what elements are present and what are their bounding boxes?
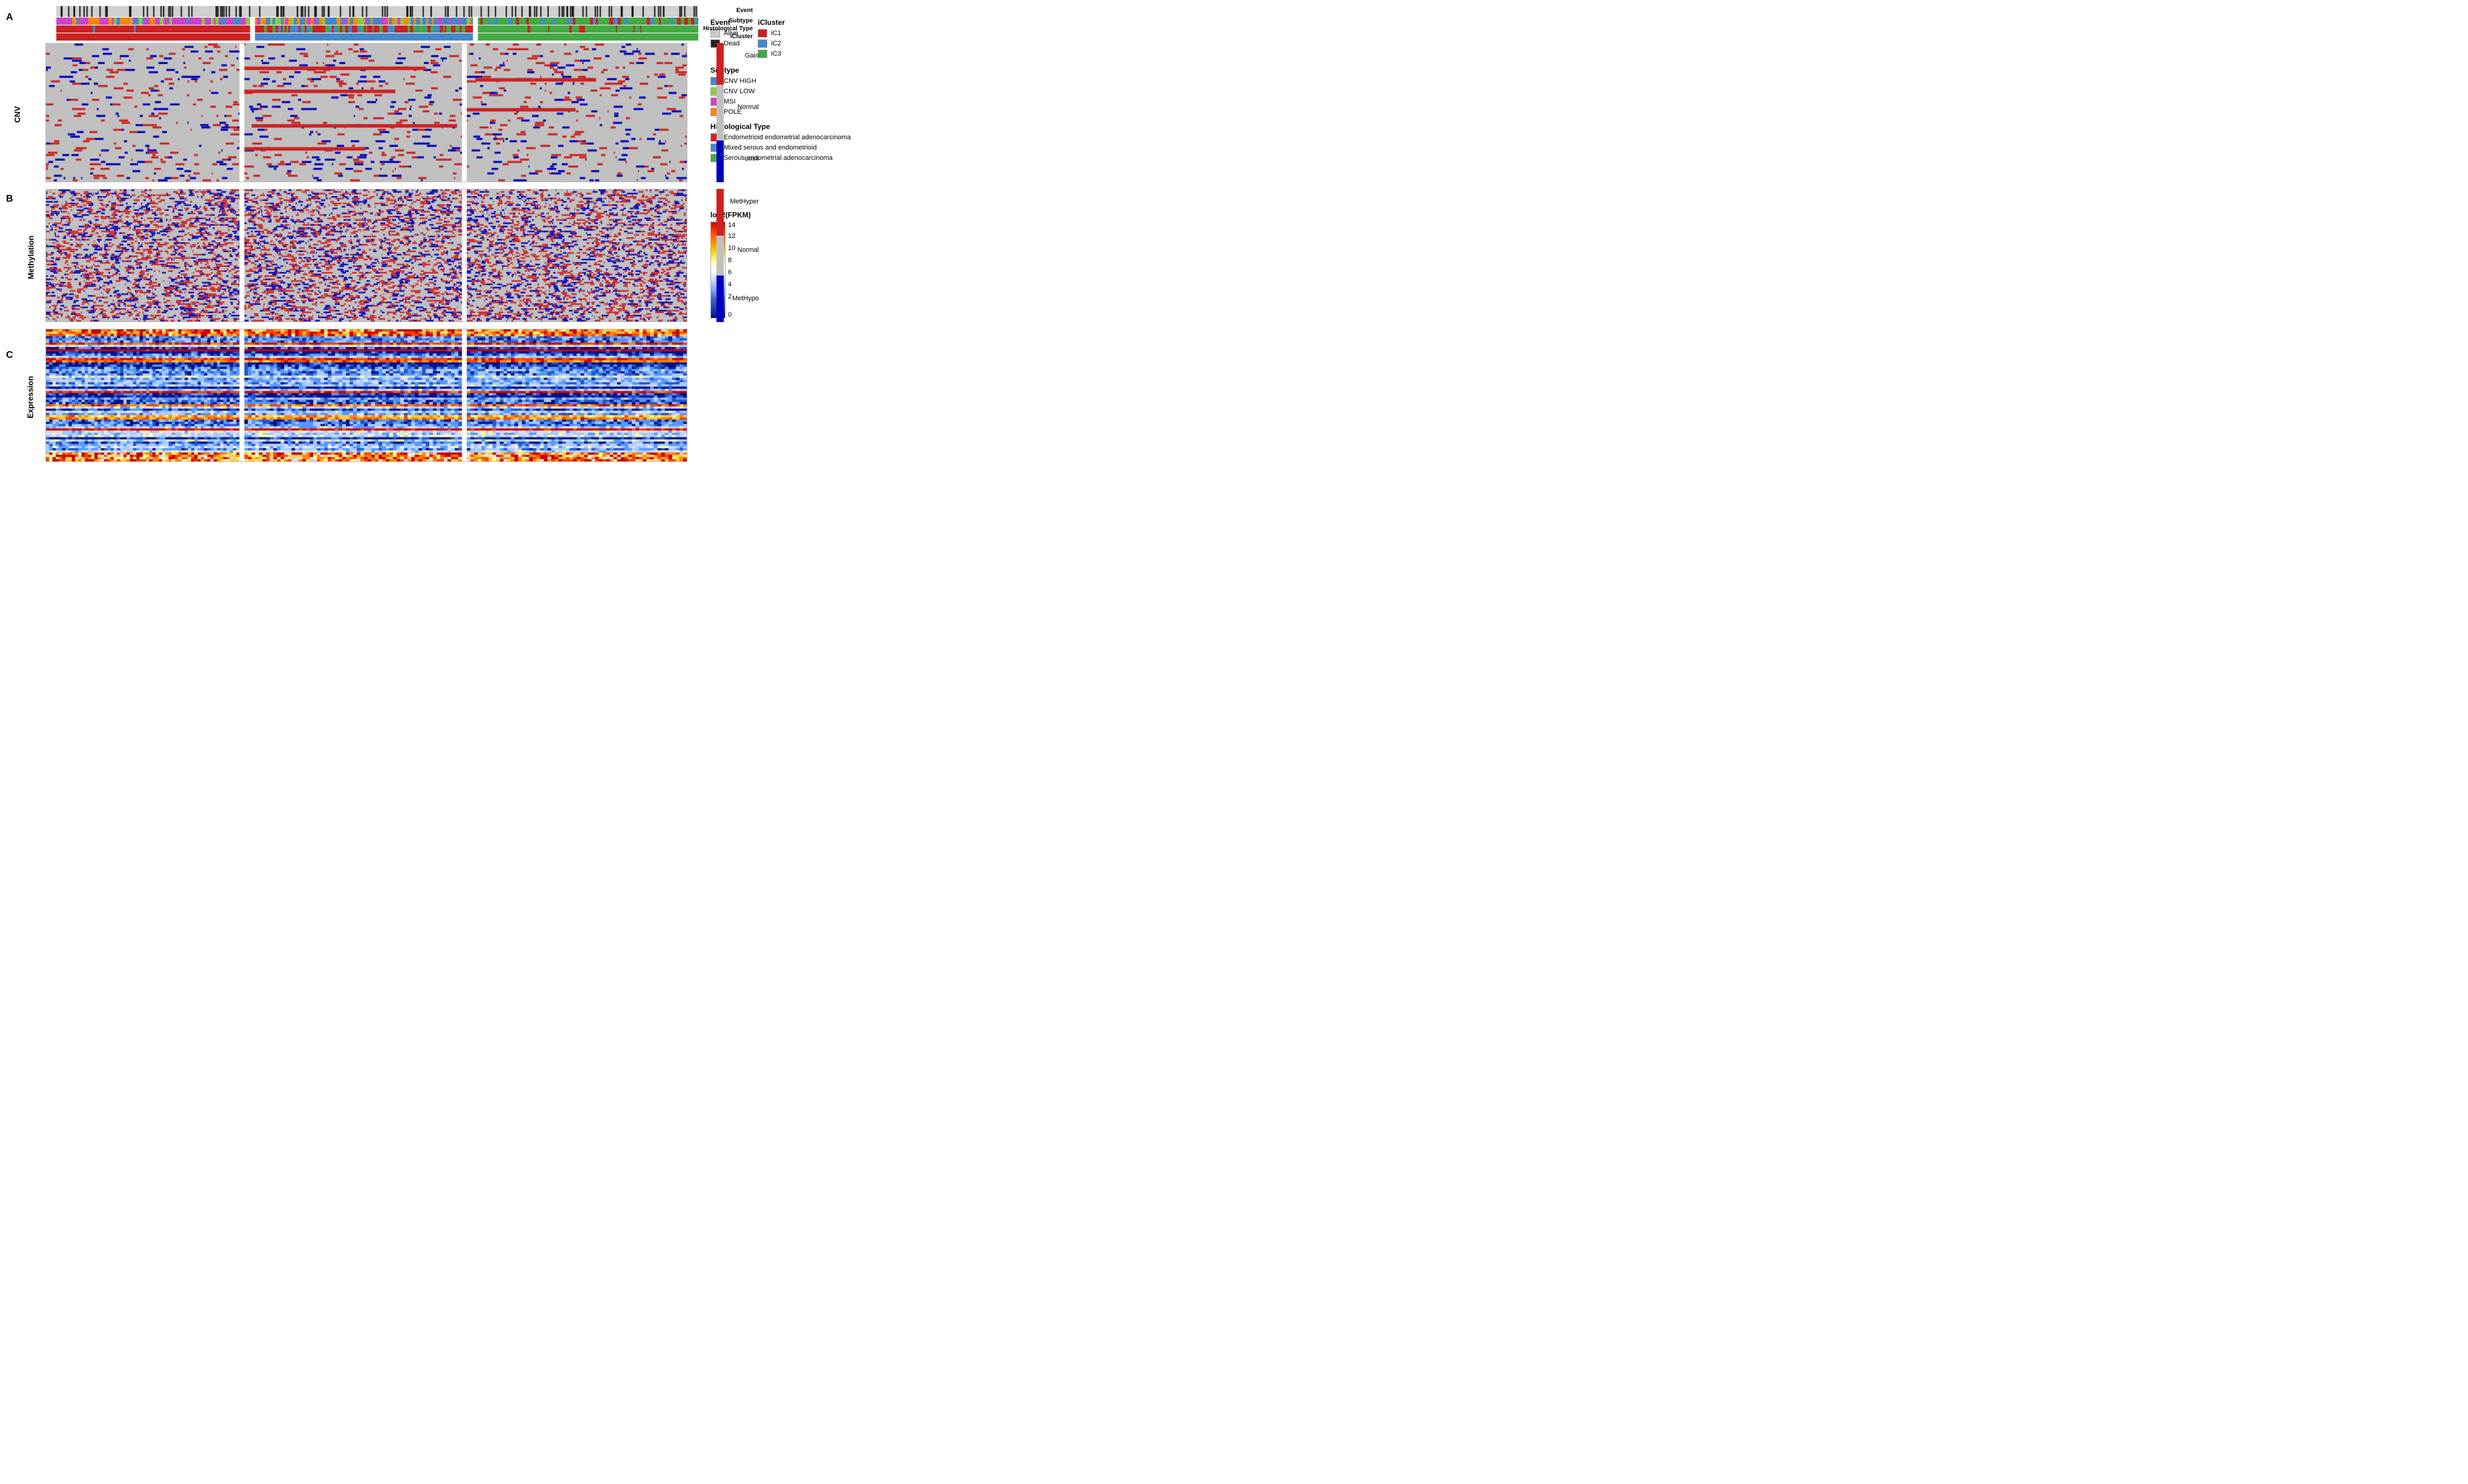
section-a-label: A [6, 12, 13, 23]
cnv-gain-label: Gain [745, 52, 759, 59]
fpkm-legend-title: log2(FPKM) [710, 211, 880, 219]
pole-item: POLE [710, 108, 880, 116]
ic1-swatch [758, 29, 767, 38]
icluster-legend-title: iCluster [758, 18, 785, 27]
mixed-item: Mixed serous and endometrioid [710, 143, 880, 152]
cnv-colorbar [716, 43, 724, 182]
histtype-row-label: Histological Type [703, 25, 753, 32]
histtype-annotation-row: Histological Type [56, 25, 698, 33]
meth-colorbar [716, 189, 724, 322]
event-dead-item: Dead [710, 39, 739, 48]
meth-hypo-label: MetHypo [732, 295, 759, 302]
event-row-label: Event [736, 7, 753, 14]
event-annotation-row: Event [56, 6, 698, 17]
legend-panel: Event Alive Dead iCluster iC1 [698, 6, 880, 465]
methylation-y-label: Methylation [27, 235, 36, 279]
ic3-swatch [758, 50, 767, 58]
ic1-item: iC1 [758, 29, 785, 38]
serous-item: Serous endometrial adenocarcinoma [710, 154, 880, 162]
cnv-y-label: CNV [13, 106, 22, 122]
meth-hyper-label: MetHyper [730, 198, 759, 205]
icluster-annotation-row: iCluster [56, 33, 698, 41]
icluster-row-label: iCluster [730, 33, 753, 40]
cnv-section: CNV Gain Normal Loss [45, 43, 698, 185]
section-c-label: C [6, 350, 13, 361]
ic3-item: iC3 [758, 50, 785, 58]
subtype-annotation-row: Subtype [56, 18, 698, 25]
expression-section: Expression [45, 329, 698, 465]
histtype-legend-title: Histological Type [710, 122, 880, 131]
expression-y-label: Expression [26, 375, 35, 418]
cnvhigh-item: CNV HIGH [710, 77, 880, 85]
endo-item: Endometrioid endometrial adenocarcinoma [710, 133, 880, 142]
section-b-label: B [6, 194, 13, 205]
ic2-swatch [758, 39, 767, 48]
cnv-loss-label: Loss [745, 155, 759, 162]
ic2-item: iC2 [758, 39, 785, 48]
msi-item: MSI [710, 97, 880, 106]
subtype-legend-title: Subtype [710, 66, 880, 74]
cnv-normal-label: Normal [738, 104, 759, 111]
methylation-section: Methylation MetHyper Normal MetHypo [45, 189, 698, 325]
subtype-row-label: Subtype [729, 18, 753, 24]
meth-normal-label: Normal [738, 246, 759, 254]
cnvlow-item: CNV LOW [710, 87, 880, 96]
